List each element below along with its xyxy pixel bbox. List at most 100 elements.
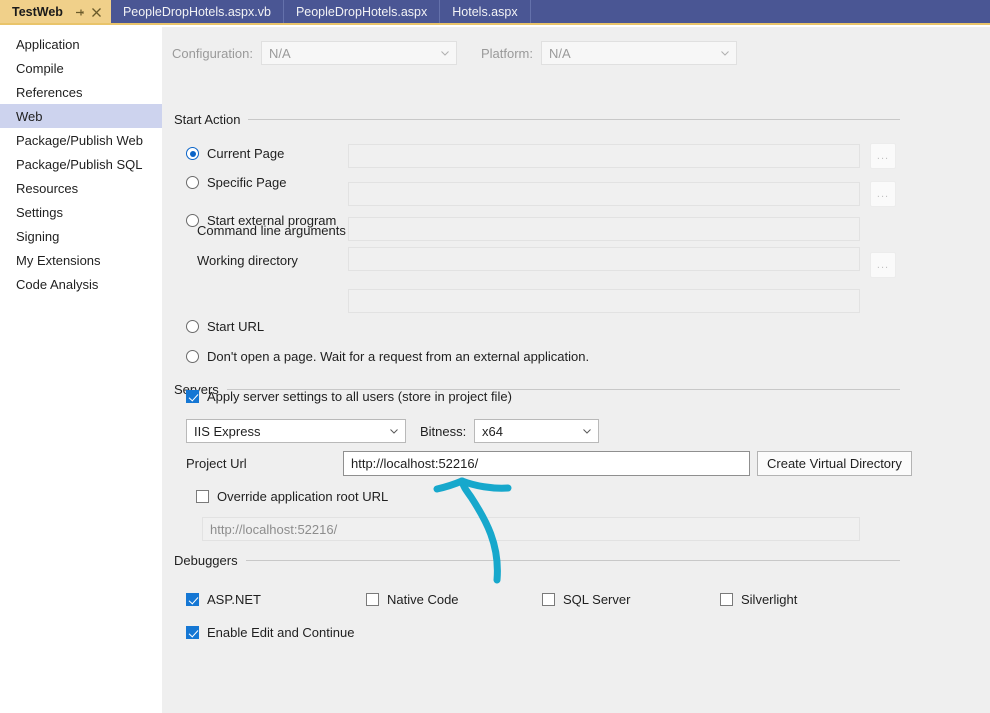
chevron-down-icon <box>390 429 398 434</box>
ellipsis-icon: ... <box>876 259 890 271</box>
debugger-sql-server-checkbox-row[interactable]: SQL Server <box>542 592 630 607</box>
tab-peopledrophotels-aspx-vb[interactable]: PeopleDropHotels.aspx.vb <box>111 0 284 25</box>
specific-page-browse-button[interactable]: ... <box>870 143 896 169</box>
external-program-browse-button[interactable]: ... <box>870 181 896 207</box>
radio-indicator[interactable] <box>186 147 199 160</box>
pin-icon[interactable] <box>72 5 87 20</box>
server-select[interactable]: IIS Express <box>186 419 406 443</box>
sidebar-item-label: Settings <box>16 204 63 220</box>
sidebar-item-settings[interactable]: Settings <box>0 200 162 224</box>
tab-label: TestWeb <box>12 5 63 20</box>
chevron-down-icon <box>583 429 591 434</box>
debugger-silverlight-checkbox[interactable] <box>720 593 733 606</box>
debugger-sql-server-checkbox[interactable] <box>542 593 555 606</box>
override-root-url-value: http://localhost:52216/ <box>210 521 338 537</box>
tab-testweb[interactable]: TestWeb <box>0 0 111 25</box>
sidebar-item-label: References <box>16 84 83 100</box>
radio-label: Current Page <box>207 146 285 161</box>
debuggers-group-header: Debuggers <box>174 553 900 568</box>
sidebar-item-label: Application <box>16 36 80 52</box>
configuration-row: Configuration: N/A Platform: N/A <box>172 39 982 67</box>
specific-page-input[interactable] <box>348 144 860 168</box>
enable-edit-and-continue-checkbox[interactable] <box>186 626 199 639</box>
radio-specific-page[interactable]: Specific Page <box>186 175 287 190</box>
debugger-native-code-checkbox[interactable] <box>366 593 379 606</box>
sidebar-item-label: Compile <box>16 60 64 76</box>
debugger-aspnet-checkbox[interactable] <box>186 593 199 606</box>
radio-label: Start URL <box>207 319 265 334</box>
sidebar-item-my-extensions[interactable]: My Extensions <box>0 248 162 272</box>
configuration-select[interactable]: N/A <box>260 41 457 65</box>
debugger-aspnet-label: ASP.NET <box>207 592 261 607</box>
sidebar-item-references[interactable]: References <box>0 80 162 104</box>
debugger-sql-server-label: SQL Server <box>563 592 631 607</box>
radio-label: Don't open a page. Wait for a request fr… <box>207 349 590 364</box>
debugger-native-code-checkbox-row[interactable]: Native Code <box>366 592 459 607</box>
start-action-title: Start Action <box>174 112 241 127</box>
tab-hotels-aspx[interactable]: Hotels.aspx <box>440 0 531 25</box>
debugger-silverlight-checkbox-row[interactable]: Silverlight <box>720 592 797 607</box>
create-virtual-directory-button[interactable]: Create Virtual Directory <box>757 451 912 476</box>
project-url-input[interactable]: http://localhost:52216/ <box>343 451 750 476</box>
override-root-url-checkbox[interactable] <box>196 490 209 503</box>
radio-dont-open-page[interactable]: Don't open a page. Wait for a request fr… <box>186 349 589 364</box>
web-properties-panel: Configuration: N/A Platform: N/A Start A… <box>162 27 990 713</box>
sidebar-item-web[interactable]: Web <box>0 104 162 128</box>
project-url-value: http://localhost:52216/ <box>351 456 479 471</box>
radio-current-page[interactable]: Current Page <box>186 146 284 161</box>
enable-edit-and-continue-label: Enable Edit and Continue <box>207 625 355 640</box>
command-line-arguments-label: Command line arguments <box>197 223 346 238</box>
bitness-value: x64 <box>482 423 503 439</box>
bitness-label: Bitness: <box>420 424 467 439</box>
debugger-native-code-label: Native Code <box>387 592 459 607</box>
apply-server-settings-checkbox[interactable] <box>186 390 199 403</box>
radio-indicator[interactable] <box>186 320 199 333</box>
create-virtual-directory-label: Create Virtual Directory <box>767 456 902 471</box>
divider <box>248 119 900 120</box>
radio-indicator[interactable] <box>186 350 199 363</box>
sidebar-item-compile[interactable]: Compile <box>0 56 162 80</box>
working-directory-input[interactable] <box>348 247 860 271</box>
enable-edit-and-continue-checkbox-row[interactable]: Enable Edit and Continue <box>186 625 354 640</box>
tab-label: Hotels.aspx <box>452 5 518 20</box>
ellipsis-icon: ... <box>876 150 890 162</box>
divider <box>245 560 900 561</box>
sidebar-item-package-publish-sql[interactable]: Package/Publish SQL <box>0 152 162 176</box>
sidebar-item-label: Package/Publish Web <box>16 132 143 148</box>
properties-category-list: Application Compile References Web Packa… <box>0 27 162 713</box>
server-value: IIS Express <box>194 423 261 439</box>
external-program-input[interactable] <box>348 182 860 206</box>
configuration-label: Configuration: <box>172 45 253 61</box>
sidebar-item-signing[interactable]: Signing <box>0 224 162 248</box>
override-root-url-checkbox-row[interactable]: Override application root URL <box>196 489 388 504</box>
start-url-input[interactable] <box>348 289 860 313</box>
tab-peopledrophotels-aspx[interactable]: PeopleDropHotels.aspx <box>284 0 441 25</box>
close-icon[interactable] <box>89 5 104 20</box>
apply-server-settings-label: Apply server settings to all users (stor… <box>207 389 512 404</box>
start-action-group-header: Start Action <box>174 112 900 127</box>
ellipsis-icon: ... <box>876 188 890 200</box>
radio-label: Specific Page <box>207 175 287 190</box>
bitness-select[interactable]: x64 <box>474 419 599 443</box>
sidebar-item-resources[interactable]: Resources <box>0 176 162 200</box>
command-line-arguments-input[interactable] <box>348 217 860 241</box>
platform-label: Platform: <box>480 45 533 61</box>
chevron-down-icon <box>721 51 729 56</box>
sidebar-item-application[interactable]: Application <box>0 32 162 56</box>
sidebar-item-package-publish-web[interactable]: Package/Publish Web <box>0 128 162 152</box>
override-root-url-input[interactable]: http://localhost:52216/ <box>202 517 860 541</box>
working-directory-browse-button[interactable]: ... <box>870 252 896 278</box>
apply-server-settings-checkbox-row[interactable]: Apply server settings to all users (stor… <box>186 389 512 404</box>
override-root-url-label: Override application root URL <box>217 489 389 504</box>
tab-icon-group <box>72 5 104 20</box>
debugger-aspnet-checkbox-row[interactable]: ASP.NET <box>186 592 261 607</box>
radio-indicator[interactable] <box>186 176 199 189</box>
platform-value: N/A <box>548 45 571 61</box>
platform-select[interactable]: N/A <box>540 41 737 65</box>
sidebar-item-label: Resources <box>16 180 79 196</box>
sidebar-item-label: Web <box>16 108 43 124</box>
radio-start-url[interactable]: Start URL <box>186 319 264 334</box>
working-directory-label: Working directory <box>197 253 298 268</box>
project-url-label: Project Url <box>186 456 247 471</box>
sidebar-item-code-analysis[interactable]: Code Analysis <box>0 272 162 296</box>
